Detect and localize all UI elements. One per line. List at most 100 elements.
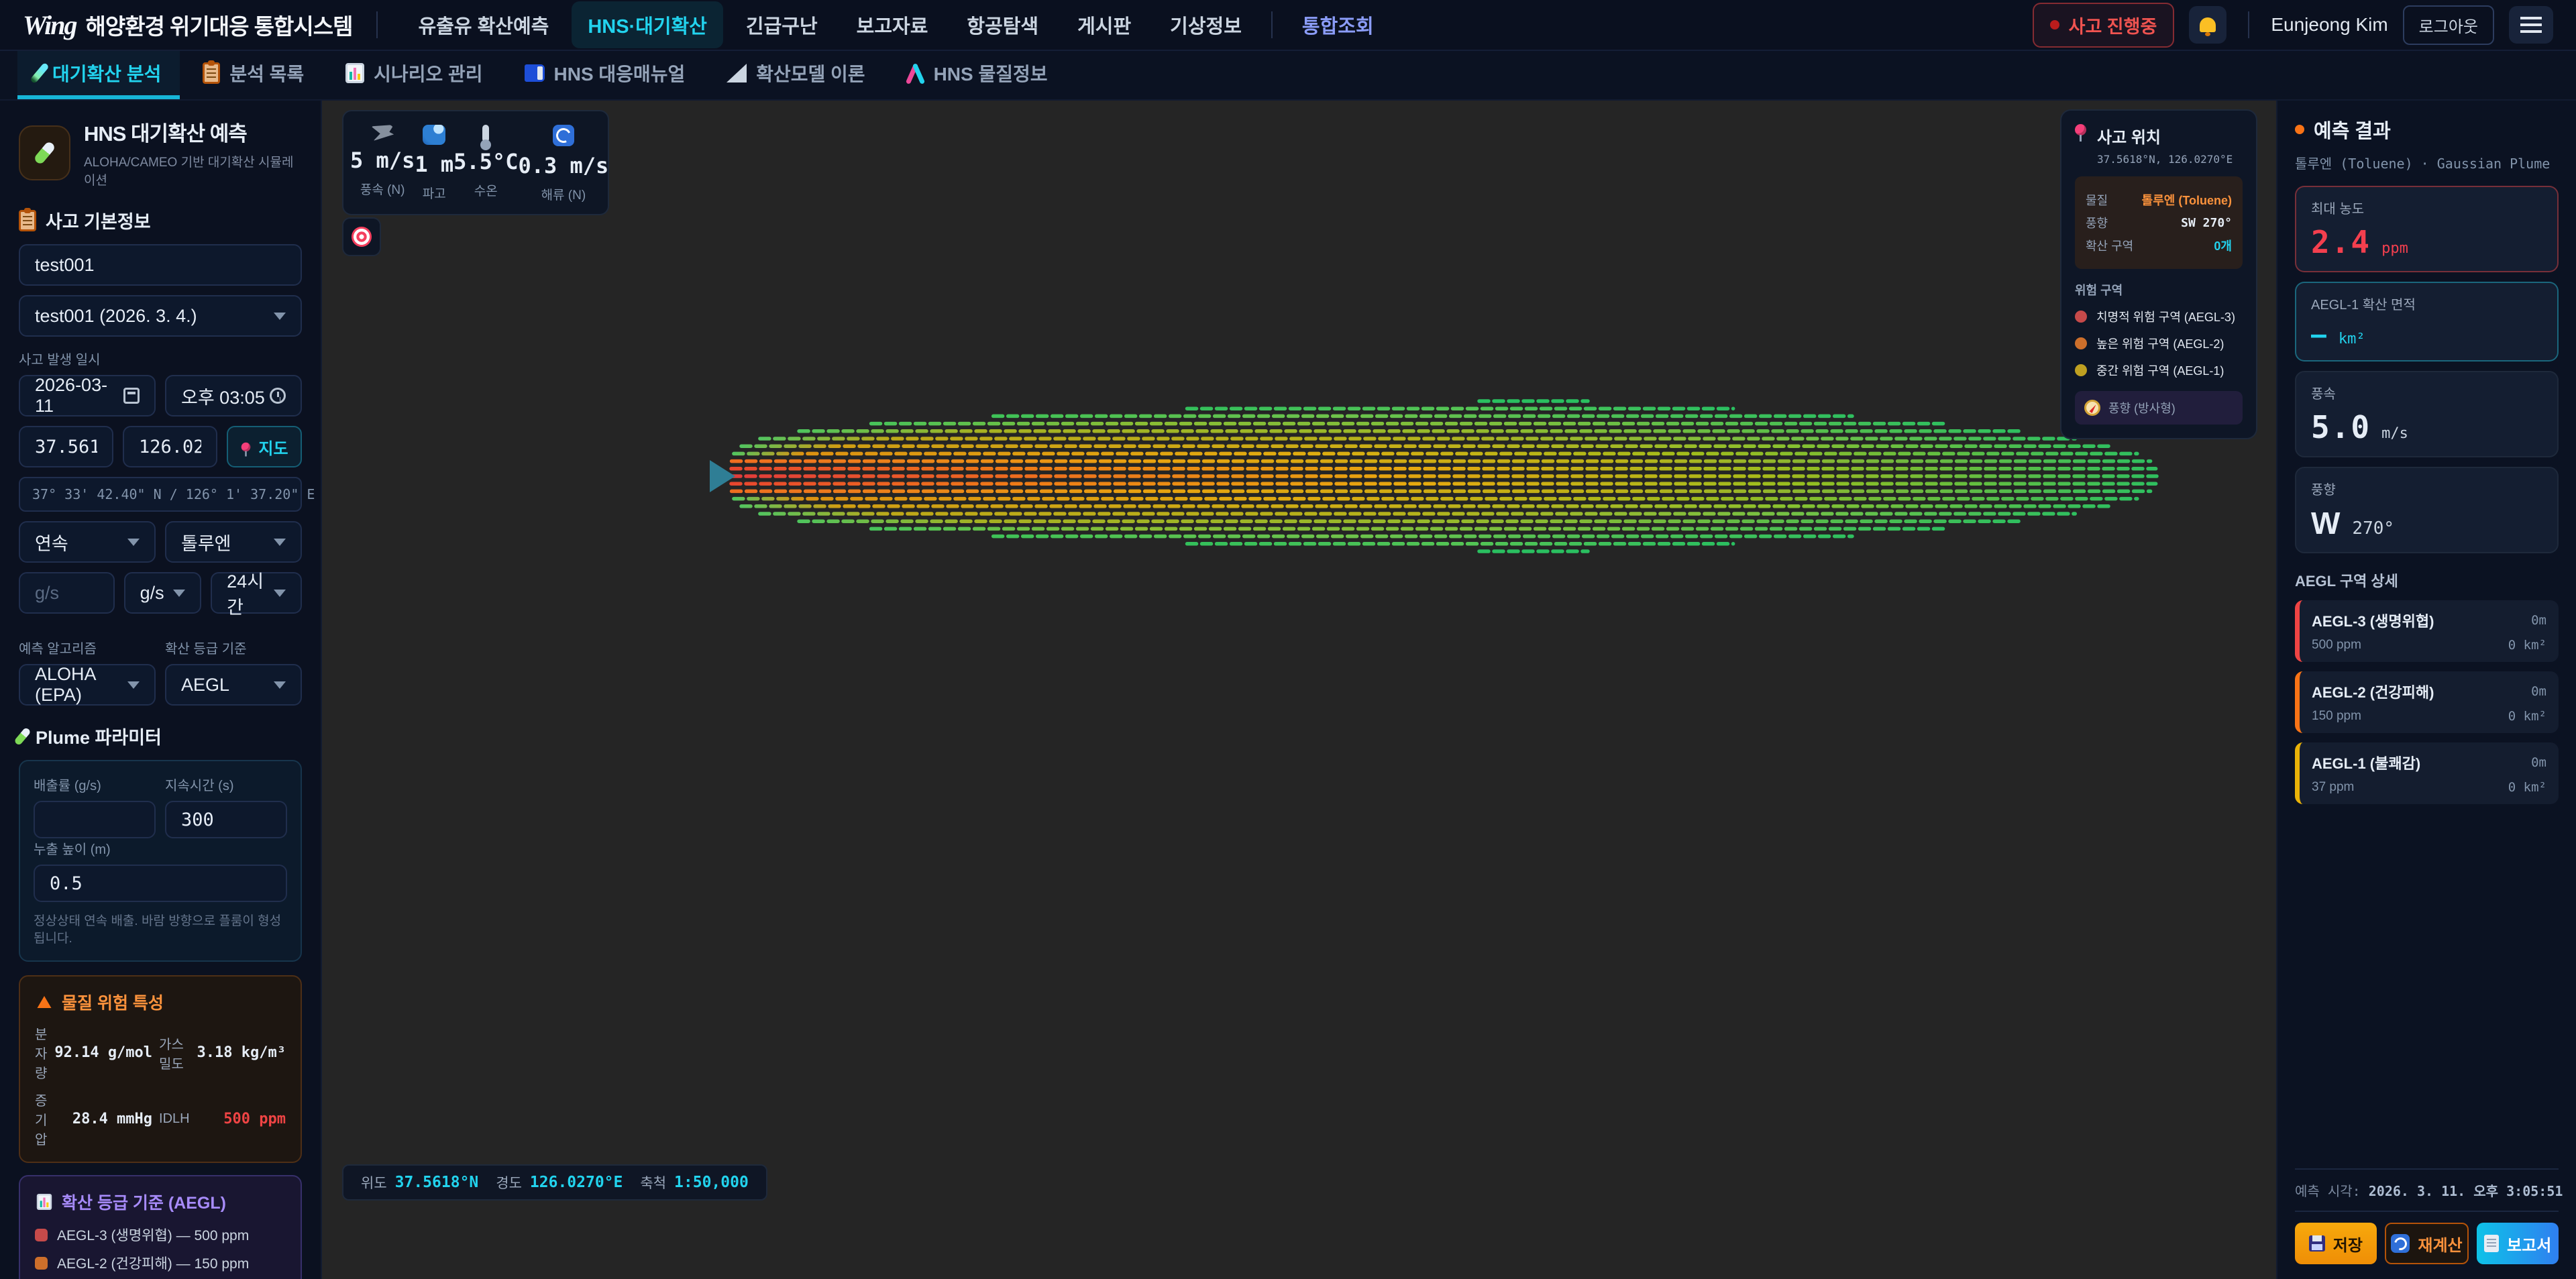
- tab-model-theory[interactable]: 확산모델 이론: [708, 51, 883, 99]
- nav-integrated-search[interactable]: 통합조회: [1286, 1, 1390, 48]
- aegl2-zone-row: AEGL-2 (건강피해) 0m 150 ppm 0 km²: [2295, 671, 2559, 733]
- rate-unit-select[interactable]: g/s: [124, 572, 202, 614]
- card-unit: km²: [2339, 331, 2365, 347]
- incident-name-input[interactable]: [19, 244, 302, 286]
- tab-dispersion-analysis[interactable]: 대기확산 분석: [17, 51, 180, 99]
- menu-button[interactable]: [2509, 6, 2553, 44]
- zones-value: 0개: [2214, 237, 2232, 254]
- app-title: 해양환경 위기대응 통합시스템: [85, 9, 352, 41]
- zone-ppm: 150 ppm: [2312, 709, 2361, 724]
- nav-hns-dispersion[interactable]: HNS·대기확산: [572, 1, 723, 48]
- emission-rate-input[interactable]: [34, 801, 156, 838]
- clipboard-icon: [19, 210, 36, 231]
- nav-divider: [376, 11, 378, 38]
- wind-label: 풍속 (N): [360, 180, 405, 198]
- tab-label: 분석 목록: [229, 60, 304, 87]
- card-label: 최대 농도: [2311, 198, 2542, 217]
- chevron-down-icon: [274, 539, 286, 546]
- wind-mode-toggle[interactable]: 풍향 (방사형): [2075, 391, 2243, 425]
- release-mode-select[interactable]: 연속: [19, 521, 156, 563]
- hazard-label: 분자량: [35, 1023, 48, 1082]
- zone-area: 0 km²: [2508, 638, 2546, 653]
- aegl3-swatch-icon: [35, 1229, 48, 1241]
- save-button[interactable]: 저장: [2295, 1223, 2377, 1264]
- dms-coordinates: 37° 33' 42.40" N / 126° 1' 37.20" E: [19, 477, 302, 512]
- grade-standard-select[interactable]: AEGL: [165, 664, 302, 706]
- tab-label: HNS 대응매뉴얼: [554, 60, 686, 87]
- report-button-label: 보고서: [2507, 1232, 2551, 1256]
- report-button[interactable]: 보고서: [2477, 1223, 2559, 1264]
- map-pick-button[interactable]: 지도: [227, 426, 302, 467]
- wind-dir-value: SW 270°: [2181, 216, 2232, 230]
- notifications-button[interactable]: [2189, 6, 2226, 44]
- nav-reports[interactable]: 보고자료: [841, 1, 945, 48]
- algorithm-select[interactable]: ALOHA (EPA): [19, 664, 156, 706]
- book-icon: [525, 64, 545, 82]
- incident-select[interactable]: test001 (2026. 3. 4.): [19, 295, 302, 337]
- aegl2-swatch-icon: [35, 1257, 48, 1270]
- aegl-legend-box: 확산 등급 기준 (AEGL) AEGL-3 (생명위협) — 500 ppm …: [19, 1175, 302, 1279]
- section-title: Plume 파라미터: [36, 723, 162, 749]
- nav-oil-spill[interactable]: 유출유 확산예측: [402, 1, 565, 48]
- substance-value: 톨루엔: [181, 529, 231, 555]
- aegl3-zone-row: AEGL-3 (생명위협) 0m 500 ppm 0 km²: [2295, 600, 2559, 662]
- date-value: 2026-03-11: [35, 375, 123, 416]
- nav-air-search[interactable]: 항공탐색: [951, 1, 1055, 48]
- hazard-value-idlh: 500 ppm: [197, 1111, 286, 1127]
- aegl1-area-card: AEGL-1 확산 면적 — km²: [2295, 282, 2559, 362]
- nav-divider-3: [2248, 11, 2249, 38]
- tab-hns-substance-info[interactable]: HNS 물질정보: [888, 51, 1067, 99]
- map-canvas[interactable]: 5 m/s 풍속 (N) 1 m 파고 5.5°C 수온 0.3 m/s 해류 …: [322, 101, 2276, 1279]
- sidebar-title: HNS 대기확산 예측: [84, 117, 302, 147]
- current-label: 해류 (N): [541, 185, 586, 203]
- zone-name: AEGL-2 (건강피해): [2312, 681, 2434, 702]
- report-icon: [2484, 1235, 2499, 1252]
- result-dot-icon: [2295, 125, 2304, 134]
- date-input[interactable]: 2026-03-11: [19, 375, 156, 416]
- sustain-time-input[interactable]: [165, 801, 287, 838]
- save-icon: [2309, 1235, 2325, 1252]
- nav-rescue[interactable]: 긴급구난: [730, 1, 834, 48]
- footer-divider: [2295, 1211, 2559, 1212]
- nav-divider-2: [1271, 11, 1273, 38]
- lat-value: 37.5618°N: [395, 1174, 479, 1191]
- duration-select[interactable]: 24시간: [211, 572, 302, 614]
- algorithm-label: 예측 알고리즘: [19, 638, 156, 657]
- incident-info-box: 물질 톨루엔 (Toluene) 풍향 SW 270° 확산 구역 0개: [2075, 176, 2243, 269]
- chevron-down-icon: [127, 681, 140, 689]
- bell-icon: [2200, 17, 2216, 32]
- tab-scenario-management[interactable]: 시나리오 관리: [327, 51, 501, 99]
- user-name: Eunjeong Kim: [2271, 14, 2387, 36]
- footer-divider: [2295, 1168, 2559, 1170]
- release-rate-input[interactable]: [19, 572, 115, 614]
- clipboard-icon: [203, 62, 220, 84]
- tab-hns-manual[interactable]: HNS 대응매뉴얼: [506, 51, 704, 99]
- current-value: 0.3 m/s: [518, 153, 608, 178]
- card-unit: ppm: [2381, 240, 2408, 257]
- pin-icon: [2075, 124, 2086, 135]
- leak-height-input[interactable]: [34, 865, 287, 902]
- aegl1-dot-icon: [2075, 364, 2087, 376]
- wind-value: 5 m/s: [350, 148, 415, 173]
- plume-visualization: [322, 101, 2276, 1279]
- recalculate-button[interactable]: 재계산: [2385, 1223, 2469, 1264]
- incident-status-badge: 사고 진행중: [2033, 3, 2175, 48]
- time-value: 오후 03:05: [181, 383, 265, 409]
- recenter-button[interactable]: [342, 217, 381, 256]
- zone-distance: 0m: [2531, 613, 2546, 628]
- nav-weather[interactable]: 기상정보: [1154, 1, 1258, 48]
- tab-analysis-list[interactable]: 분석 목록: [184, 51, 323, 99]
- time-input[interactable]: 오후 03:05: [165, 375, 302, 416]
- nav-board[interactable]: 게시판: [1061, 1, 1147, 48]
- longitude-input[interactable]: [123, 426, 217, 467]
- test-tube-badge: [19, 125, 70, 180]
- tab-label: 확산모델 이론: [756, 60, 865, 87]
- grade-standard-label: 확산 등급 기준: [165, 638, 302, 657]
- hazard-value: 3.18 kg/m³: [197, 1044, 286, 1061]
- latitude-input[interactable]: [19, 426, 113, 467]
- test-tube-icon: [13, 726, 31, 746]
- chart-icon: [37, 1194, 52, 1210]
- substance-select[interactable]: 톨루엔: [165, 521, 302, 563]
- top-navbar: Wing 해양환경 위기대응 통합시스템 유출유 확산예측 HNS·대기확산 긴…: [0, 0, 2576, 51]
- logout-button[interactable]: 로그아웃: [2403, 5, 2494, 45]
